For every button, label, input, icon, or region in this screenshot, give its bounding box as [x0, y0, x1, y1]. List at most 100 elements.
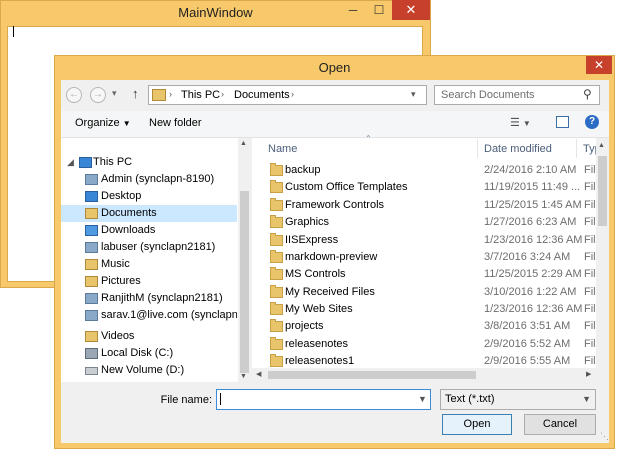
folder-icon — [270, 233, 283, 246]
back-button[interactable]: ← — [66, 87, 82, 103]
nav-item-this-pc[interactable]: ◢ This PC — [61, 154, 237, 171]
file-row[interactable]: MS Controls 11/25/2015 2:29 AM File — [262, 266, 602, 283]
file-row[interactable]: Graphics 1/27/2016 6:23 AM File — [262, 214, 602, 231]
folder-icon — [270, 319, 283, 332]
nav-scroll-thumb[interactable] — [240, 191, 249, 373]
file-name: projects — [285, 320, 324, 332]
forward-button[interactable]: → — [90, 87, 106, 103]
horizontal-scroll-thumb[interactable] — [268, 371, 476, 379]
nav-item-videos[interactable]: Videos — [61, 328, 237, 345]
file-row[interactable]: releasenotes 2/9/2016 5:52 AM File — [262, 336, 602, 353]
open-button[interactable]: Open — [442, 414, 512, 435]
nav-item-pictures[interactable]: Pictures — [61, 273, 237, 290]
up-arrow-icon[interactable]: ↑ — [132, 86, 139, 101]
chevron-down-icon[interactable]: ◢ — [67, 154, 74, 171]
file-type-select[interactable]: Text (*.txt) ▼ — [440, 389, 596, 410]
scroll-up-arrow-icon[interactable]: ▲ — [240, 140, 247, 147]
nav-label: Downloads — [101, 224, 156, 236]
nav-item-documents[interactable]: Documents — [61, 205, 237, 222]
nav-label: Pictures — [101, 275, 141, 287]
nav-label: New Volume (D:) — [101, 364, 185, 376]
file-name: My Received Files — [285, 286, 375, 298]
file-name: backup — [285, 164, 321, 176]
file-row[interactable]: My Web Sites 1/23/2016 12:36 AM File — [262, 301, 602, 318]
organize-button[interactable]: Organize ▼ — [75, 117, 131, 129]
nav-item-music[interactable]: Music — [61, 256, 237, 273]
file-name: markdown-preview — [285, 251, 378, 263]
scroll-right-arrow-icon[interactable]: ▶ — [586, 370, 591, 378]
vertical-scroll-thumb[interactable] — [598, 156, 607, 226]
cancel-button[interactable]: Cancel — [524, 414, 596, 435]
scroll-up-arrow-icon[interactable]: ▲ — [598, 142, 605, 149]
file-row[interactable]: Custom Office Templates 11/19/2015 11:49 … — [262, 179, 602, 196]
file-name: MS Controls — [285, 268, 346, 280]
nav-label: Videos — [101, 330, 135, 342]
file-name: My Web Sites — [285, 303, 353, 315]
file-name-input[interactable] — [216, 389, 431, 410]
search-icon[interactable]: ⚲ — [583, 87, 592, 101]
column-header-name[interactable]: Name — [268, 140, 297, 158]
file-row[interactable]: Framework Controls 11/25/2015 1:45 AM File — [262, 197, 602, 214]
chevron-right-icon[interactable]: › — [169, 89, 172, 99]
nav-item-sarav[interactable]: sarav.1@live.com (synclapn467 — [61, 307, 237, 324]
nav-label: Documents — [101, 207, 157, 219]
nav-item-local-disk[interactable]: Local Disk (C:) — [61, 345, 237, 362]
file-name-dropdown-icon[interactable]: ▼ — [415, 390, 430, 409]
folder-icon — [270, 267, 283, 280]
downloads-icon — [85, 225, 98, 236]
file-row[interactable]: projects 3/8/2016 3:51 AM File — [262, 318, 602, 335]
text-caret — [220, 393, 221, 405]
file-date: 2/9/2016 5:52 AM — [484, 338, 571, 350]
file-row[interactable]: backup 2/24/2016 2:10 AM File — [262, 162, 602, 179]
file-type-value: Text (*.txt) — [445, 393, 495, 405]
text-caret — [13, 26, 14, 37]
nav-item-downloads[interactable]: Downloads — [61, 222, 237, 239]
file-name: releasenotes — [285, 338, 348, 350]
dialog-close-button[interactable]: ✕ — [586, 56, 612, 74]
file-date: 11/25/2015 2:29 AM — [484, 268, 582, 280]
file-row[interactable]: My Received Files 3/10/2016 1:22 AM File — [262, 284, 602, 301]
sort-ascending-icon: ⌃ — [365, 134, 372, 143]
file-row[interactable]: markdown-preview 3/7/2016 3:24 AM File — [262, 249, 602, 266]
column-divider[interactable] — [477, 139, 478, 158]
main-close-button[interactable]: ✕ — [392, 0, 430, 20]
disk-icon — [85, 348, 98, 359]
file-row[interactable]: IISExpress 1/23/2016 12:36 AM File — [262, 232, 602, 249]
folder-icon — [152, 89, 166, 101]
view-options-icon[interactable]: ☰ ▼ — [510, 116, 531, 129]
nav-item-labuser[interactable]: labuser (synclapn2181) — [61, 239, 237, 256]
navigation-pane[interactable]: ◢ This PC Admin (synclapn-8190) Desktop … — [61, 138, 251, 382]
nav-item-desktop[interactable]: Desktop — [61, 188, 237, 205]
organize-label: Organize — [75, 117, 120, 129]
minimize-button[interactable]: ─ — [340, 0, 366, 22]
breadcrumb-this-pc[interactable]: This PC — [181, 89, 220, 101]
chevron-right-icon[interactable]: › — [291, 89, 294, 99]
help-icon[interactable]: ? — [585, 115, 599, 129]
nav-item-ranjithm[interactable]: RanjithM (synclapn2181) — [61, 290, 237, 307]
maximize-button[interactable]: ☐ — [366, 0, 392, 22]
scroll-down-arrow-icon[interactable]: ▼ — [240, 373, 247, 380]
dropdown-region — [412, 86, 428, 104]
new-folder-button[interactable]: New folder — [149, 117, 202, 129]
preview-pane-icon[interactable] — [556, 116, 569, 128]
nav-item-admin[interactable]: Admin (synclapn-8190) — [61, 171, 237, 188]
resize-grip-icon[interactable]: ⋱ — [600, 431, 609, 442]
recent-dropdown-icon[interactable]: ▾ — [112, 88, 117, 99]
breadcrumb-documents[interactable]: Documents — [234, 89, 290, 101]
search-placeholder: Search Documents — [441, 89, 535, 101]
scroll-left-arrow-icon[interactable]: ◀ — [256, 370, 261, 378]
computer-icon — [79, 157, 92, 168]
nav-label: This PC — [93, 156, 133, 168]
column-header-date[interactable]: Date modified — [484, 140, 552, 158]
nav-label: Admin (synclapn-8190) — [101, 173, 215, 185]
nav-item-new-volume[interactable]: New Volume (D:) — [61, 362, 237, 379]
column-divider[interactable] — [576, 139, 577, 158]
folder-icon — [270, 337, 283, 350]
file-date: 2/24/2016 2:10 AM — [484, 164, 577, 176]
folder-icon — [270, 354, 283, 367]
chevron-right-icon[interactable]: › — [221, 89, 224, 99]
user-icon — [85, 293, 98, 304]
nav-label: Local Disk (C:) — [101, 347, 174, 359]
pictures-icon — [85, 276, 98, 287]
chevron-down-icon: ▼ — [582, 394, 591, 404]
